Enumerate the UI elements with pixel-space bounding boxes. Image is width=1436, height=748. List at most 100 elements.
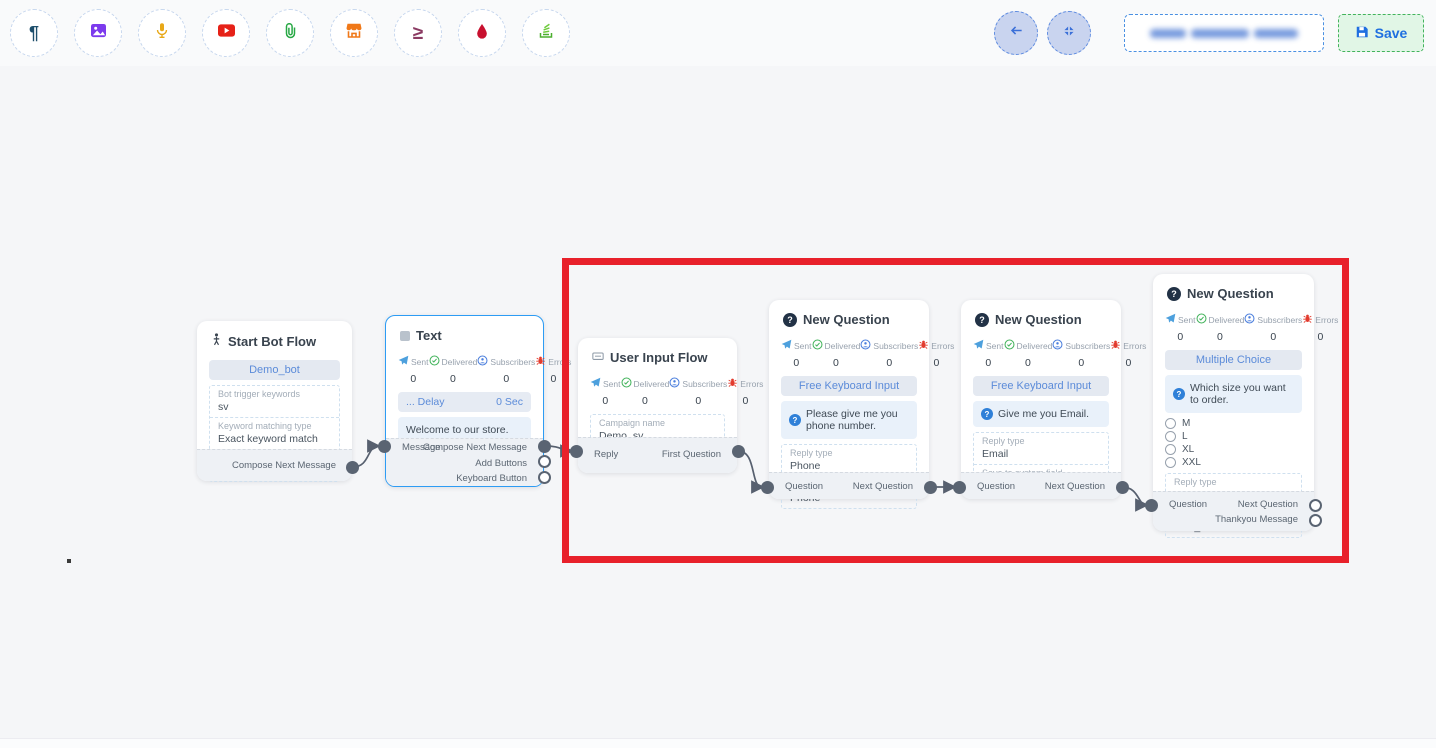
- field-value: sv: [218, 401, 331, 413]
- port-thankyou-message[interactable]: [1309, 514, 1322, 527]
- file-element-button[interactable]: [266, 9, 314, 57]
- question-box[interactable]: Please give me you phone number.: [781, 401, 917, 439]
- port-first-question[interactable]: [732, 445, 745, 458]
- option-xxl[interactable]: XXL: [1165, 457, 1302, 468]
- flow-canvas[interactable]: ¶ ≥: [0, 0, 1436, 748]
- question-icon: [783, 313, 797, 327]
- radio-icon: [1165, 457, 1176, 468]
- node-title: New Question: [1187, 286, 1274, 301]
- field-keyword-matching-type[interactable]: Keyword matching type Exact keyword matc…: [210, 417, 339, 449]
- input-label: Question: [1169, 499, 1207, 510]
- paperclip-icon: [283, 23, 297, 44]
- node-new-question-1[interactable]: New Question Sent0 Delivered0 Subscriber…: [769, 300, 929, 499]
- stat-value: 0: [695, 395, 701, 407]
- greater-equal-icon: ≥: [413, 24, 423, 43]
- errors-icon: [535, 353, 546, 371]
- reply-type-badge[interactable]: Multiple Choice: [1165, 350, 1302, 370]
- port-question-input[interactable]: [1145, 499, 1158, 512]
- stat-label: Errors: [1315, 315, 1338, 325]
- image-element-button[interactable]: [74, 9, 122, 57]
- port-next-question[interactable]: [924, 481, 937, 494]
- stats-row: Sent0 Delivered0 Subscribers0 Errors0: [1153, 307, 1314, 345]
- errors-icon: [918, 337, 929, 355]
- input-label: Question: [977, 481, 1015, 492]
- option-l[interactable]: L: [1165, 431, 1302, 442]
- flow-title-input[interactable]: [1124, 14, 1324, 52]
- field-label: Bot trigger keywords: [218, 389, 331, 399]
- question-box[interactable]: Give me you Email.: [973, 401, 1109, 427]
- stat-value: 0: [1270, 331, 1276, 343]
- redacted-text: [1150, 29, 1186, 38]
- option-xl[interactable]: XL: [1165, 444, 1302, 455]
- field-reply-type[interactable]: Reply type Email: [974, 433, 1108, 464]
- stat-label: Sent: [603, 379, 621, 389]
- subscribers-icon: [669, 375, 680, 393]
- reply-type-badge[interactable]: Free Keyboard Input: [781, 376, 917, 396]
- reply-type-badge[interactable]: Free Keyboard Input: [973, 376, 1109, 396]
- pilcrow-icon: ¶: [29, 24, 39, 42]
- bot-name-button[interactable]: Demo_bot: [209, 360, 340, 380]
- port-next-question[interactable]: [1116, 481, 1129, 494]
- stat-label: Sent: [986, 341, 1004, 351]
- option-label: M: [1182, 418, 1190, 429]
- output-label: Compose Next Message: [232, 460, 336, 471]
- port-reply-input[interactable]: [570, 445, 583, 458]
- question-icon: [1167, 287, 1181, 301]
- delay-value: 0 Sec: [496, 396, 523, 408]
- field-label: Campaign name: [599, 418, 716, 428]
- delay-row[interactable]: ... Delay 0 Sec: [398, 392, 531, 412]
- node-header: Text: [386, 316, 543, 349]
- sent-icon: [973, 337, 984, 355]
- input-label: Question: [785, 481, 823, 492]
- field-bot-trigger-keywords[interactable]: Bot trigger keywords sv: [210, 386, 339, 417]
- text-element-button[interactable]: ¶: [10, 9, 58, 57]
- audio-element-button[interactable]: [138, 9, 186, 57]
- port-question-input[interactable]: [761, 481, 774, 494]
- horizontal-scrollbar[interactable]: [0, 738, 1436, 748]
- ecommerce-element-button[interactable]: [330, 9, 378, 57]
- port-message-input[interactable]: [378, 440, 391, 453]
- sent-icon: [590, 375, 601, 393]
- stat-label: Sent: [411, 357, 429, 367]
- stat-value: 0: [410, 373, 416, 385]
- port-keyboard-button[interactable]: [538, 471, 551, 484]
- stat-value: 0: [1317, 331, 1323, 343]
- sent-icon: [1165, 311, 1176, 329]
- save-button[interactable]: Save: [1338, 14, 1424, 52]
- subscribers-icon: [1244, 311, 1255, 329]
- node-footer: Question Next Question Thankyou Message: [1153, 491, 1314, 531]
- drip-element-button[interactable]: [458, 9, 506, 57]
- question-box[interactable]: Which size you want to order.: [1165, 375, 1302, 413]
- port-compose-next-message[interactable]: [538, 440, 551, 453]
- stat-value: 0: [985, 357, 991, 369]
- back-button[interactable]: [994, 11, 1038, 55]
- stat-value: 0: [793, 357, 799, 369]
- node-title: New Question: [995, 312, 1082, 327]
- port-add-buttons[interactable]: [538, 455, 551, 468]
- stat-value: 0: [450, 373, 456, 385]
- node-new-question-2[interactable]: New Question Sent0 Delivered0 Subscriber…: [961, 300, 1121, 499]
- node-text[interactable]: Text Sent0 Delivered0 Subscribers0 Error…: [385, 315, 544, 487]
- video-element-button[interactable]: [202, 9, 250, 57]
- stats-row: Sent0 Delivered0 Subscribers0 Errors0: [769, 333, 929, 371]
- node-footer: Reply First Question: [578, 437, 737, 473]
- delivered-icon: [1004, 337, 1015, 355]
- stat-value: 0: [602, 395, 608, 407]
- radio-icon: [1165, 444, 1176, 455]
- option-m[interactable]: M: [1165, 418, 1302, 429]
- port-next-question[interactable]: [1309, 499, 1322, 512]
- port-question-input[interactable]: [953, 481, 966, 494]
- port-compose-next-message[interactable]: [346, 461, 359, 474]
- stat-value: 0: [833, 357, 839, 369]
- node-user-input-flow[interactable]: User Input Flow Sent0 Delivered0 Subscri…: [578, 338, 737, 473]
- node-start-bot-flow[interactable]: Start Bot Flow Demo_bot Bot trigger keyw…: [197, 321, 352, 481]
- stat-value: 0: [742, 395, 748, 407]
- condition-element-button[interactable]: ≥: [394, 9, 442, 57]
- fit-view-button[interactable]: [1047, 11, 1091, 55]
- radio-icon: [1165, 431, 1176, 442]
- floppy-icon: [1355, 25, 1369, 42]
- sequence-element-button[interactable]: [522, 9, 570, 57]
- node-new-question-3[interactable]: New Question Sent0 Delivered0 Subscriber…: [1153, 274, 1314, 531]
- blue-question-icon: [1173, 388, 1185, 400]
- person-icon: [211, 333, 222, 349]
